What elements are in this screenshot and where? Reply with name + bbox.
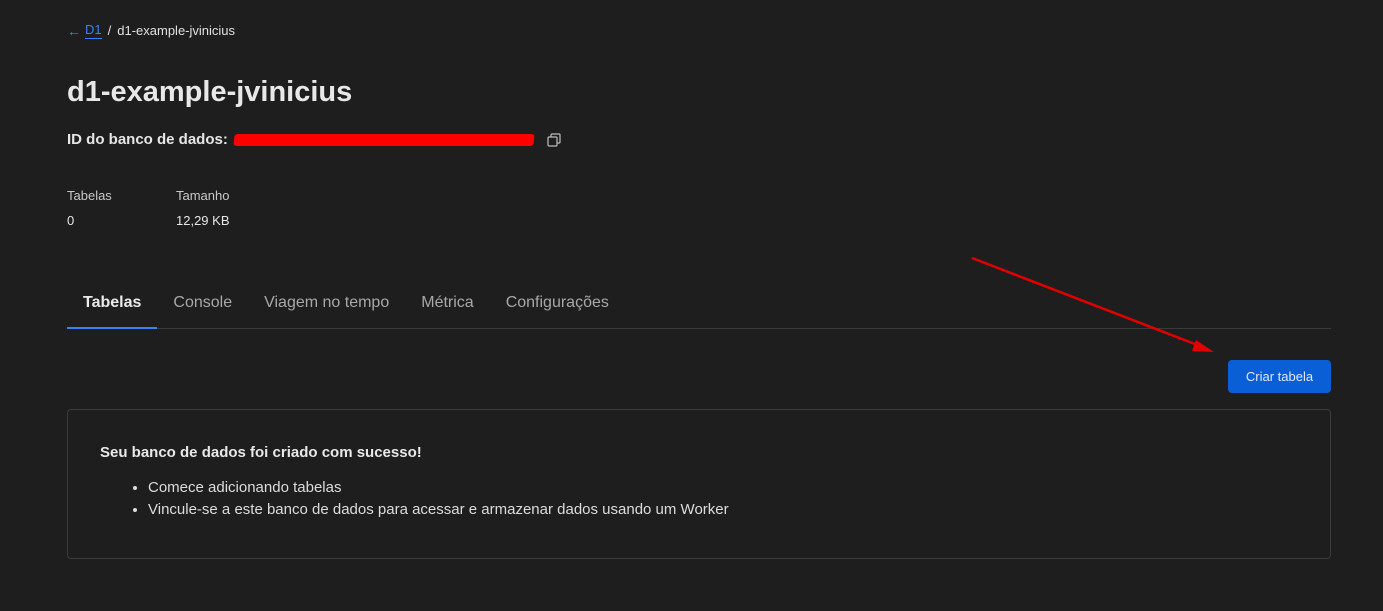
- page: ← D1 / d1-example-jvinicius d1-example-j…: [0, 0, 1383, 611]
- database-id-label: ID do banco de dados:: [67, 131, 228, 148]
- database-stats: Tabelas 0 Tamanho 12,29 KB: [67, 188, 230, 228]
- stat-tables: Tabelas 0: [67, 188, 176, 228]
- list-item: Vincule-se a este banco de dados para ac…: [148, 501, 1298, 518]
- database-id-row: ID do banco de dados:: [67, 131, 562, 148]
- list-item: Comece adicionando tabelas: [148, 479, 1298, 496]
- success-list: Comece adicionando tabelas Vincule-se a …: [100, 479, 1298, 518]
- redacted-database-id: [233, 133, 535, 146]
- tab-tabelas[interactable]: Tabelas: [67, 282, 158, 329]
- page-title: d1-example-jvinicius: [67, 76, 353, 108]
- breadcrumb-d1-label: D1: [85, 22, 102, 39]
- stat-tables-value: 0: [67, 213, 75, 228]
- create-table-button[interactable]: Criar tabela: [1228, 360, 1331, 393]
- breadcrumb-back-link[interactable]: ← D1: [67, 22, 102, 39]
- tab-console[interactable]: Console: [157, 282, 248, 328]
- arrow-left-icon: ←: [67, 22, 81, 39]
- tab-bar: Tabelas Console Viagem no tempo Métrica …: [67, 282, 1331, 329]
- tab-viagem-no-tempo[interactable]: Viagem no tempo: [248, 282, 405, 328]
- tab-metrica[interactable]: Métrica: [405, 282, 489, 328]
- breadcrumb-separator: /: [107, 23, 112, 38]
- stat-size-label: Tamanho: [176, 188, 230, 203]
- success-panel: Seu banco de dados foi criado com sucess…: [67, 409, 1331, 559]
- breadcrumb: ← D1 / d1-example-jvinicius: [67, 22, 235, 39]
- stat-size: Tamanho 12,29 KB: [176, 188, 230, 228]
- stat-tables-label: Tabelas: [67, 188, 112, 203]
- tab-configuracoes[interactable]: Configurações: [490, 282, 625, 328]
- breadcrumb-current: d1-example-jvinicius: [117, 23, 236, 38]
- copy-icon[interactable]: [546, 132, 562, 148]
- success-title: Seu banco de dados foi criado com sucess…: [100, 444, 422, 461]
- stat-size-value: 12,29 KB: [176, 213, 230, 228]
